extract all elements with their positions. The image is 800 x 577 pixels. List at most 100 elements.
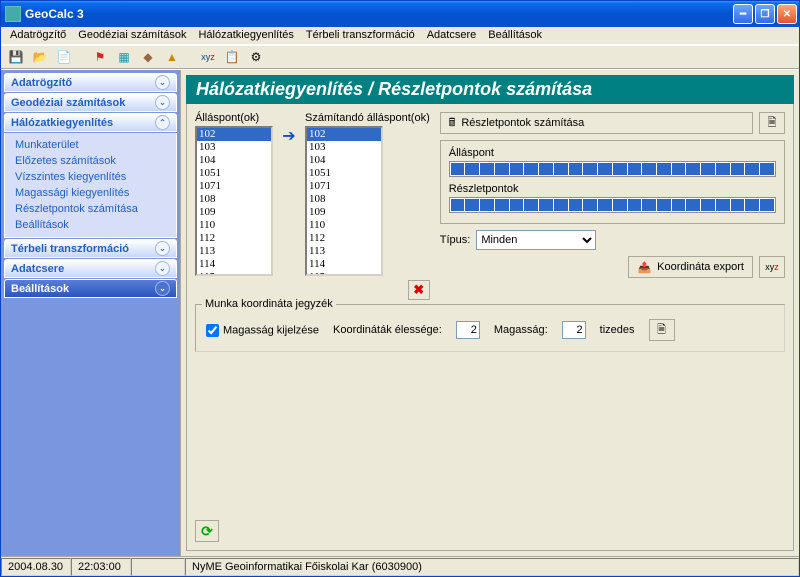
list-item[interactable]: 109: [307, 206, 381, 219]
menu-adatcsere[interactable]: Adatcsere: [422, 28, 482, 43]
menu-beallitasok[interactable]: Beállítások: [483, 28, 547, 43]
document-icon: 🗎: [657, 321, 666, 340]
list-item[interactable]: 102: [307, 128, 381, 141]
list-item[interactable]: 112: [197, 232, 271, 245]
panel-geodeziai[interactable]: Geodéziai számítások⌄: [4, 93, 177, 112]
page-title: Hálózatkiegyenlítés / Részletpontok szám…: [186, 75, 794, 104]
document-icon[interactable]: 📄: [55, 48, 73, 66]
menubar: Adatrögzítő Geodéziai számítások Hálózat…: [1, 27, 799, 45]
panel-beallitasok[interactable]: Beállítások⌄: [4, 279, 177, 298]
xyz-button[interactable]: xyz: [759, 256, 785, 278]
doc-button[interactable]: 🗎: [759, 112, 785, 134]
list-item[interactable]: 108: [197, 193, 271, 206]
compute-button[interactable]: 🖩 Részletpontok számítása: [440, 112, 753, 134]
tool-icon-1[interactable]: ⚑: [91, 48, 109, 66]
list-item[interactable]: 104: [307, 154, 381, 167]
list-item[interactable]: 104: [197, 154, 271, 167]
minimize-button[interactable]: ━: [733, 4, 753, 24]
status-date: 2004.08.30: [1, 558, 71, 576]
sidebar-item-elozetes[interactable]: Előzetes számítások: [15, 155, 166, 167]
right-list-label: Számítandó álláspont(ok): [305, 112, 430, 124]
delete-button[interactable]: ✖: [408, 280, 430, 300]
xyz-icon: xyz: [765, 262, 779, 272]
type-label: Típus:: [440, 234, 471, 246]
mag-input[interactable]: [562, 321, 586, 339]
status-time: 22:03:00: [71, 558, 131, 576]
coord-input[interactable]: [456, 321, 480, 339]
window-title: GeoCalc 3: [25, 7, 733, 21]
list-item[interactable]: 114: [197, 258, 271, 271]
chevron-up-icon: ⌃: [155, 115, 170, 130]
panel-adatrogzito[interactable]: Adatrögzítő⌄: [4, 73, 177, 92]
sidebar-item-beallitasok[interactable]: Beállítások: [15, 219, 166, 231]
settings-icon[interactable]: ⚙: [247, 48, 265, 66]
list-item[interactable]: 108: [307, 193, 381, 206]
statusbar: 2004.08.30 22:03:00 NyME Geoinformatikai…: [1, 556, 799, 576]
list-item[interactable]: 110: [307, 219, 381, 232]
save-icon[interactable]: 💾: [7, 48, 25, 66]
paste-icon[interactable]: 📋: [223, 48, 241, 66]
chk-magassag[interactable]: Magasság kijelzése: [206, 324, 319, 337]
xyz-icon[interactable]: xyz: [199, 48, 217, 66]
panel-halozat[interactable]: Hálózatkiegyenlítés⌃: [4, 113, 177, 132]
list-item[interactable]: 1071: [307, 180, 381, 193]
progress-bar-2: [449, 197, 776, 213]
chevron-down-icon: ⌄: [155, 281, 170, 296]
type-select[interactable]: Minden: [476, 230, 596, 250]
list-item[interactable]: 115: [307, 271, 381, 276]
close-button[interactable]: ✕: [777, 4, 797, 24]
munka-legend: Munka koordináta jegyzék: [202, 298, 336, 310]
tool-icon-3[interactable]: ◆: [139, 48, 157, 66]
status-empty: [131, 558, 185, 576]
left-list-label: Álláspont(ok): [195, 112, 273, 124]
sidebar-item-magassagi[interactable]: Magassági kiegyenlítés: [15, 187, 166, 199]
progress-bar-1: [449, 161, 776, 177]
sidebar: Adatrögzítő⌄ Geodéziai számítások⌄ Hálóz…: [1, 70, 181, 556]
panel-adatcsere[interactable]: Adatcsere⌄: [4, 259, 177, 278]
sidebar-item-vizszintes[interactable]: Vízszintes kiegyenlítés: [15, 171, 166, 183]
menu-geodeziai[interactable]: Geodéziai számítások: [73, 28, 191, 43]
list-item[interactable]: 112: [307, 232, 381, 245]
delete-icon: ✖: [413, 282, 424, 298]
menu-adatrogzito[interactable]: Adatrögzítő: [5, 28, 71, 43]
content-area: Álláspont(ok) 10210310410511071108109110…: [186, 104, 794, 551]
list-item[interactable]: 1071: [197, 180, 271, 193]
list-item[interactable]: 103: [197, 141, 271, 154]
menu-terbeli[interactable]: Térbeli transzformáció: [301, 28, 420, 43]
calculator-icon: 🖩: [449, 114, 456, 133]
list-item[interactable]: 110: [197, 219, 271, 232]
chk-magassag-input[interactable]: [206, 324, 219, 337]
list-item[interactable]: 102: [197, 128, 271, 141]
list-item[interactable]: 109: [197, 206, 271, 219]
list-item[interactable]: 1051: [307, 167, 381, 180]
export-button[interactable]: 📤 Koordináta export: [628, 256, 753, 278]
list-item[interactable]: 113: [307, 245, 381, 258]
list-item[interactable]: 103: [307, 141, 381, 154]
open-icon[interactable]: 📂: [31, 48, 49, 66]
panel-terbeli[interactable]: Térbeli transzformáció⌄: [4, 239, 177, 258]
list-item[interactable]: 1051: [197, 167, 271, 180]
right-listbox[interactable]: 10210310410511071108109110112113114115: [305, 126, 383, 276]
refresh-button[interactable]: ⟳: [195, 520, 219, 542]
progress-label-1: Álláspont: [449, 147, 776, 159]
tool-icon-4[interactable]: ▲: [163, 48, 181, 66]
export-icon: 📤: [637, 261, 651, 274]
list-item[interactable]: 115: [197, 271, 271, 276]
menu-halozat[interactable]: Hálózatkiegyenlítés: [193, 28, 298, 43]
app-icon: [5, 6, 21, 22]
munka-fieldset: Munka koordináta jegyzék Magasság kijelz…: [195, 304, 785, 352]
tool-icon-2[interactable]: ▦: [115, 48, 133, 66]
titlebar: GeoCalc 3 ━ ❐ ✕: [1, 1, 799, 27]
list-item[interactable]: 114: [307, 258, 381, 271]
sidebar-item-munkaterulet[interactable]: Munkaterület: [15, 139, 166, 151]
munka-doc-button[interactable]: 🗎: [649, 319, 675, 341]
list-item[interactable]: 113: [197, 245, 271, 258]
panel-halozat-body: Munkaterület Előzetes számítások Vízszin…: [4, 133, 177, 238]
sidebar-item-reszletpontok[interactable]: Részletpontok számítása: [15, 203, 166, 215]
arrow-right-icon: ➔: [279, 126, 299, 146]
toolbar: 💾 📂 📄 ⚑ ▦ ◆ ▲ xyz 📋 ⚙: [1, 45, 799, 69]
status-org: NyME Geoinformatikai Főiskolai Kar (6030…: [185, 558, 799, 576]
tizedes-label: tizedes: [600, 324, 635, 336]
left-listbox[interactable]: 10210310410511071108109110112113114115: [195, 126, 273, 276]
maximize-button[interactable]: ❐: [755, 4, 775, 24]
